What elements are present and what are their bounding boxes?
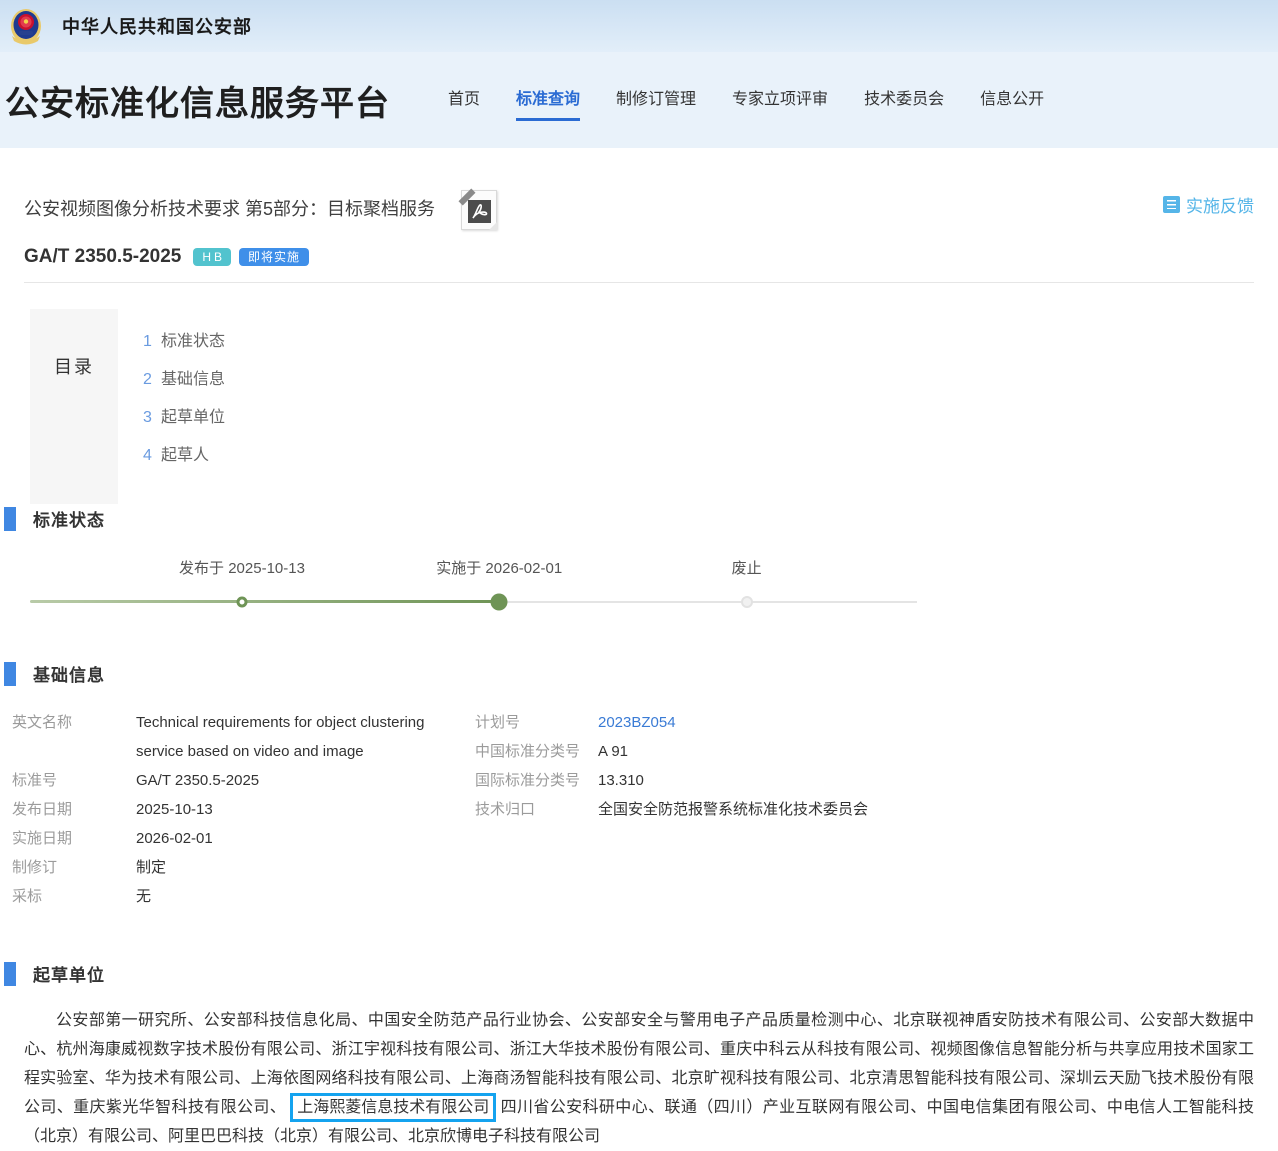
info-row-ics-code: 国际标准分类号 13.310 (475, 766, 1254, 795)
police-badge-logo[interactable] (8, 6, 44, 46)
ministry-name: 中华人民共和国公安部 (62, 13, 252, 39)
section-header: 标准状态 (0, 506, 1278, 531)
doc-title: 公安视频图像分析技术要求 第5部分：目标聚档服务 (24, 190, 435, 228)
pdf-fold-corner (489, 222, 497, 230)
nav-info-disclosure[interactable]: 信息公开 (980, 85, 1044, 121)
plan-number-link[interactable]: 2023BZ054 (598, 708, 676, 737)
timeline-label-published: 发布于 2025-10-13 (179, 557, 305, 578)
section-accent-bar (4, 507, 16, 531)
timeline-label-abolished: 废止 (732, 557, 762, 578)
nav-home[interactable]: 首页 (448, 85, 480, 121)
timeline-line-future (499, 601, 917, 603)
info-value: GA/T 2350.5-2025 (136, 766, 458, 795)
section-title: 基础信息 (33, 661, 105, 686)
info-label: 采标 (12, 882, 136, 911)
toc-item-basic-info[interactable]: 2 基础信息 (143, 365, 225, 403)
basic-info-left-column: 英文名称 Technical requirements for object c… (12, 708, 475, 911)
timeline-stop-implemented (491, 593, 508, 610)
toc-item-drafters[interactable]: 4 起草人 (143, 441, 225, 479)
toc-item-drafting-units[interactable]: 3 起草单位 (143, 403, 225, 441)
toc-item-standard-status[interactable]: 1 标准状态 (143, 327, 225, 365)
table-of-contents: 目录 1 标准状态 2 基础信息 3 起草单位 4 起草人 (30, 309, 1278, 504)
section-drafting-units: 起草单位 公安部第一研究所、公安部科技信息化局、中国安全防范产品行业协会、公安部… (0, 961, 1278, 1151)
toc-item-number: 2 (143, 371, 161, 389)
doc-standard-row: GA/T 2350.5-2025 HB 即将实施 (24, 246, 1254, 268)
info-row-standard-number: 标准号 GA/T 2350.5-2025 (12, 766, 475, 795)
toc-box: 目录 (30, 309, 118, 504)
page-content: 公安视频图像分析技术要求 第5部分：目标聚档服务 实施反馈 GA/T 2350.… (0, 148, 1278, 1151)
info-row-revision-type: 制修订 制定 (12, 853, 475, 882)
nav-revision-management[interactable]: 制修订管理 (616, 85, 696, 121)
info-label: 中国标准分类号 (475, 737, 598, 766)
pdf-acrobat-mark-icon (468, 200, 491, 223)
info-value: A 91 (598, 737, 628, 766)
info-value: 13.310 (598, 766, 644, 795)
info-label: 计划号 (475, 708, 598, 737)
info-row-adoption: 采标 无 (12, 882, 475, 911)
hb-badge: HB (193, 248, 231, 266)
feedback-label: 实施反馈 (1186, 192, 1254, 217)
info-value: 2025-10-13 (136, 795, 458, 824)
section-title: 起草单位 (33, 961, 105, 986)
section-accent-bar (4, 962, 16, 986)
nav-technical-committee[interactable]: 技术委员会 (864, 85, 944, 121)
toc-item-label: 基础信息 (161, 365, 225, 389)
section-accent-bar (4, 662, 16, 686)
drafting-units-paragraph: 公安部第一研究所、公安部科技信息化局、中国安全防范产品行业协会、公安部安全与警用… (24, 1006, 1254, 1151)
toc-item-label: 起草人 (161, 441, 209, 465)
info-label: 英文名称 (12, 708, 136, 766)
toc-item-number: 3 (143, 409, 161, 427)
info-row-english-name: 英文名称 Technical requirements for object c… (12, 708, 475, 766)
info-label: 标准号 (12, 766, 136, 795)
toc-item-number: 4 (143, 447, 161, 465)
toc-item-label: 标准状态 (161, 327, 225, 351)
basic-info-right-column: 计划号 2023BZ054 中国标准分类号 A 91 国际标准分类号 13.31… (475, 708, 1254, 911)
info-label: 发布日期 (12, 795, 136, 824)
feedback-list-icon (1163, 196, 1180, 213)
toc-title: 目录 (30, 353, 118, 379)
toc-item-label: 起草单位 (161, 403, 225, 427)
ministry-top-bar: 中华人民共和国公安部 (0, 0, 1278, 52)
timeline-line-done (30, 600, 499, 603)
toc-list: 1 标准状态 2 基础信息 3 起草单位 4 起草人 (143, 309, 225, 504)
info-value: 制定 (136, 853, 458, 882)
timeline-stop-abolished (741, 596, 753, 608)
info-value: 全国安全防范报警系统标准化技术委员会 (598, 795, 868, 824)
section-basic-info: 基础信息 英文名称 Technical requirements for obj… (0, 661, 1278, 911)
info-label: 国际标准分类号 (475, 766, 598, 795)
divider (24, 282, 1254, 283)
timeline-label-implemented: 实施于 2026-02-01 (436, 557, 562, 578)
info-row-implement-date: 实施日期 2026-02-01 (12, 824, 475, 853)
info-label: 实施日期 (12, 824, 136, 853)
section-header: 基础信息 (0, 661, 1278, 686)
site-header: 公安标准化信息服务平台 首页 标准查询 制修订管理 专家立项评审 技术委员会 信… (0, 52, 1278, 148)
info-row-plan-number: 计划号 2023BZ054 (475, 708, 1254, 737)
nav-expert-review[interactable]: 专家立项评审 (732, 85, 828, 121)
info-value: 2026-02-01 (136, 824, 458, 853)
standard-status-timeline: 发布于 2025-10-13 实施于 2026-02-01 废止 (30, 557, 917, 621)
info-row-technical-committee: 技术归口 全国安全防范报警系统标准化技术委员会 (475, 795, 1254, 824)
info-value: 无 (136, 882, 458, 911)
highlighted-company-annotation: 上海熙菱信息技术有限公司 (290, 1093, 496, 1122)
info-label: 技术归口 (475, 795, 598, 824)
section-title: 标准状态 (33, 506, 105, 531)
status-badge: 即将实施 (239, 248, 309, 266)
info-value: Technical requirements for object cluste… (136, 708, 458, 766)
doc-title-row: 公安视频图像分析技术要求 第5部分：目标聚档服务 实施反馈 (24, 148, 1254, 230)
info-label: 制修订 (12, 853, 136, 882)
section-standard-status: 标准状态 发布于 2025-10-13 实施于 2026-02-01 废止 (0, 506, 1278, 621)
toc-item-number: 1 (143, 333, 161, 351)
nav-standard-search[interactable]: 标准查询 (516, 85, 580, 121)
timeline-stop-published (236, 596, 247, 607)
section-header: 起草单位 (0, 961, 1278, 986)
info-row-ccs-code: 中国标准分类号 A 91 (475, 737, 1254, 766)
basic-info-grid: 英文名称 Technical requirements for object c… (12, 708, 1254, 911)
pdf-file-icon[interactable] (461, 190, 497, 230)
info-row-publish-date: 发布日期 2025-10-13 (12, 795, 475, 824)
main-nav: 首页 标准查询 制修订管理 专家立项评审 技术委员会 信息公开 (448, 85, 1044, 121)
site-title: 公安标准化信息服务平台 (5, 76, 390, 125)
standard-number: GA/T 2350.5-2025 (24, 246, 181, 268)
implementation-feedback-button[interactable]: 实施反馈 (1163, 192, 1254, 217)
